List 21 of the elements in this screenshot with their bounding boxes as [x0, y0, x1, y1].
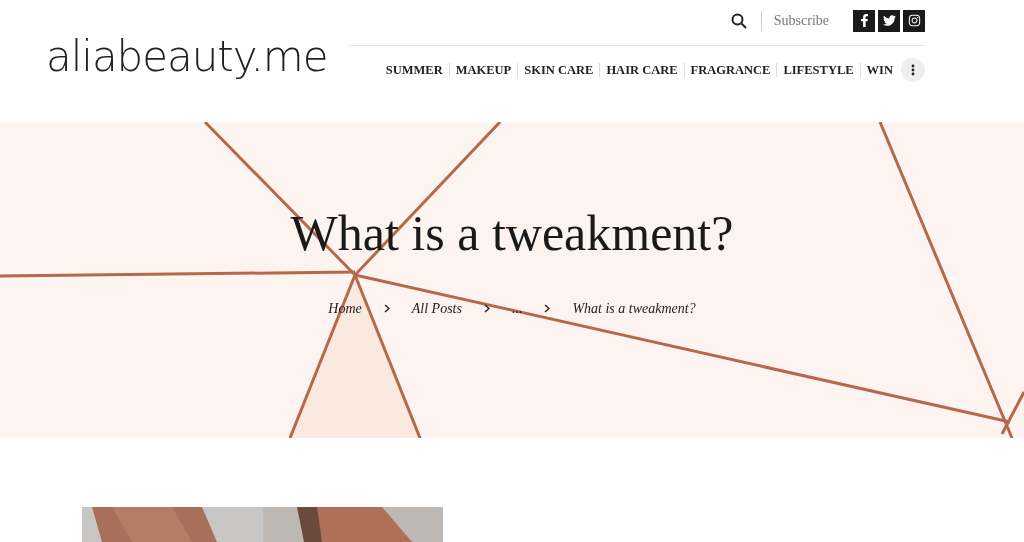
facebook-icon[interactable] — [853, 9, 875, 32]
nav-link[interactable]: FRAGRANCE — [690, 60, 771, 80]
twitter-icon[interactable] — [878, 9, 900, 32]
breadcrumb-current: What is a tweakment? — [572, 300, 696, 318]
nav-link[interactable]: WIN — [866, 60, 893, 80]
nav-link[interactable]: SUMMER — [385, 60, 443, 80]
site-logo[interactable]: aliabeauty.me — [46, 32, 328, 81]
nav-link[interactable]: HAIR CARE — [606, 60, 678, 80]
instagram-icon[interactable] — [903, 9, 925, 32]
subscribe-link[interactable]: Subscribe — [773, 10, 829, 31]
chevron-icon — [483, 304, 490, 313]
nav-link[interactable]: SKIN CARE — [524, 60, 594, 80]
chevron-icon — [383, 304, 390, 313]
nav-link[interactable]: MAKEUP — [455, 60, 512, 80]
more-button[interactable] — [901, 58, 925, 82]
breadcrumb-link[interactable]: ... — [511, 298, 523, 319]
nav-link[interactable]: LIFESTYLE — [783, 60, 854, 80]
breadcrumb-link[interactable]: All Posts — [411, 298, 462, 319]
more-icon — [911, 64, 915, 76]
chevron-icon — [544, 304, 551, 313]
search-icon[interactable] — [730, 12, 747, 29]
